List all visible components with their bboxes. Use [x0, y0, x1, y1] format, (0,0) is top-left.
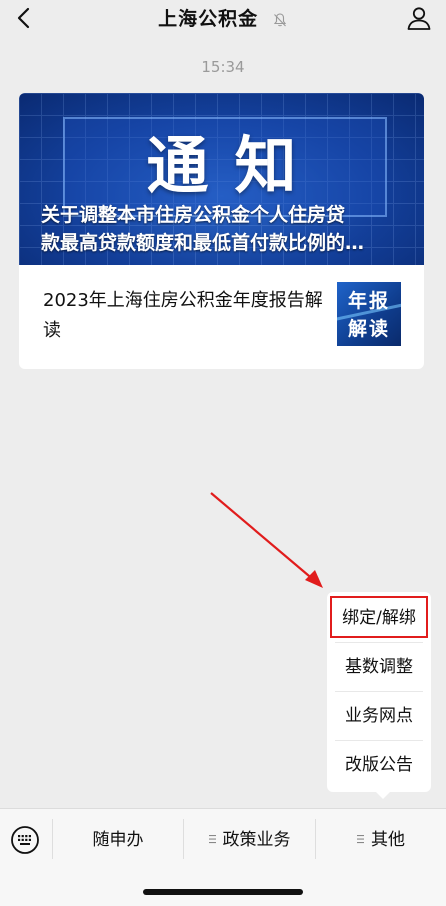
menu-item-revision-notice[interactable]: 改版公告: [335, 740, 423, 789]
banner-caption-line: 关于调整本市住房公积金个人住房贷: [41, 204, 346, 226]
tab-label: 其他: [371, 830, 405, 850]
annotation-arrow: [210, 492, 323, 588]
menu-item-bind-unbind[interactable]: 绑定/解绑: [335, 594, 423, 642]
tab-policy-business[interactable]: 政策业务: [184, 817, 315, 863]
home-indicator: [143, 889, 303, 895]
tab-label: 随申办: [92, 830, 144, 850]
article-banner[interactable]: 通知 关于调整本市住房公积金个人住房贷 款最高贷款额度和最低首付款比例的…: [19, 93, 424, 265]
banner-heading: 通知: [146, 129, 323, 202]
keyboard-icon[interactable]: [10, 825, 40, 855]
banner-caption-line: 款最高贷款额度和最低首付款比例的…: [41, 232, 365, 254]
banner-caption: 关于调整本市住房公积金个人住房贷 款最高贷款额度和最低首付款比例的…: [41, 201, 408, 257]
tab-other[interactable]: 其他: [316, 817, 446, 863]
top-bar: 上海公积金: [0, 0, 446, 36]
submenu-popup: 绑定/解绑 基数调整 业务网点 改版公告: [327, 592, 431, 799]
thumbnail-text: 解读: [347, 318, 390, 340]
article-thumbnail[interactable]: 年报 解读: [337, 282, 401, 346]
popup-tail: [375, 791, 391, 799]
thumbnail-text: 年报: [347, 290, 390, 312]
message-timestamp: 15:34: [201, 58, 245, 76]
submenu-lines-icon: [208, 835, 216, 844]
menu-item-service-outlets[interactable]: 业务网点: [335, 691, 423, 740]
article-card[interactable]: 通知 关于调整本市住房公积金个人住房贷 款最高贷款额度和最低首付款比例的… 20…: [19, 93, 424, 369]
tab-suishenban[interactable]: 随申办: [53, 817, 183, 863]
bell-muted-icon: [273, 12, 286, 26]
chat-title-wrap: 上海公积金: [0, 4, 446, 31]
submenu-lines-icon: [357, 835, 364, 844]
chat-title: 上海公积金: [158, 8, 259, 30]
person-icon[interactable]: [406, 5, 432, 31]
menu-item-base-adjust[interactable]: 基数调整: [335, 642, 423, 691]
tab-label: 政策业务: [222, 830, 291, 850]
article-title[interactable]: 2023年上海住房公积金年度报告解读: [43, 286, 323, 346]
